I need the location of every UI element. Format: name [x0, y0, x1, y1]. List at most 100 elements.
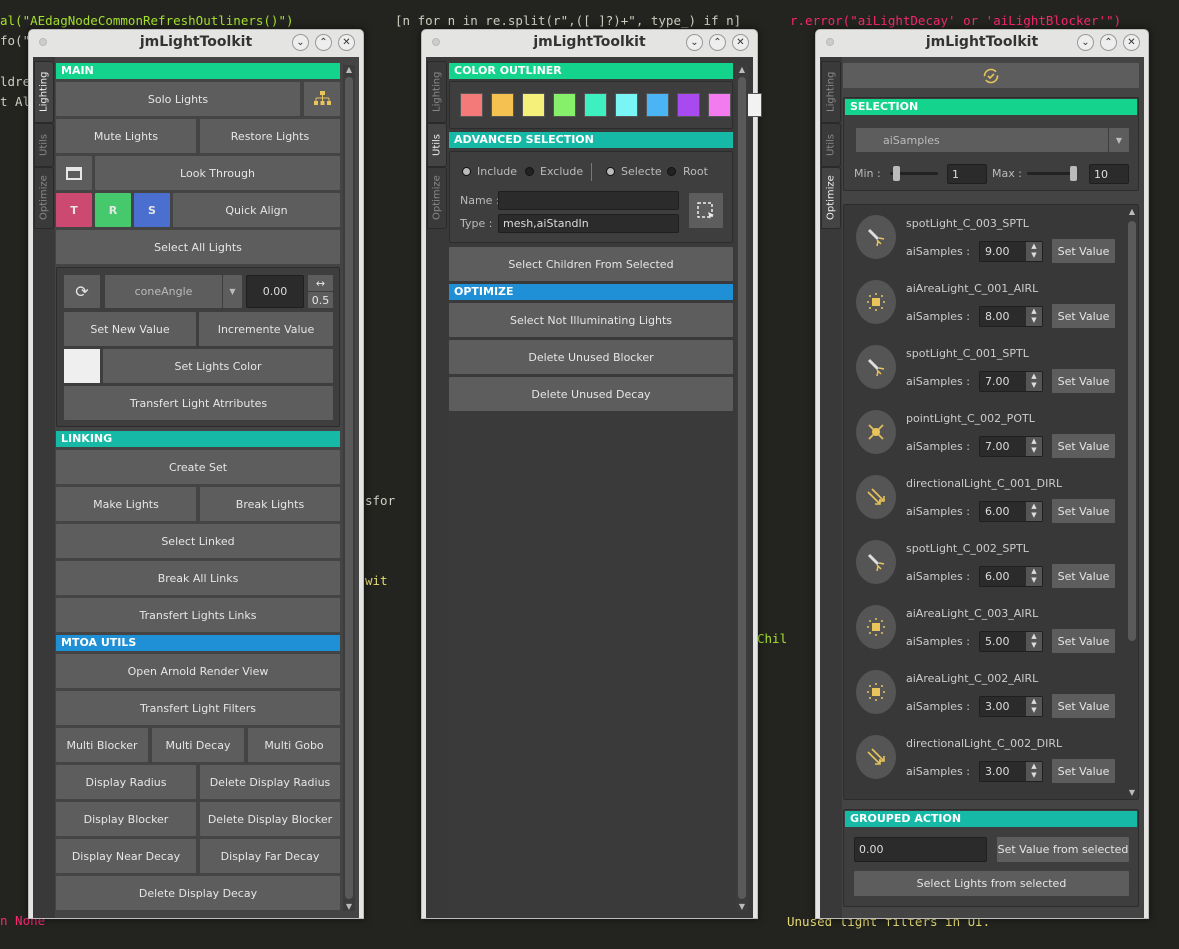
outliner-color-swatch[interactable] — [522, 93, 545, 117]
delete-unused-blocker-button[interactable]: Delete Unused Blocker — [449, 340, 733, 374]
spin-arrows-icon[interactable]: ▲ ▼ — [1026, 502, 1042, 521]
outliner-color-swatch[interactable] — [677, 93, 700, 117]
scrollbar-thumb[interactable] — [738, 77, 746, 899]
restore-lights-button[interactable]: Restore Lights — [200, 119, 340, 153]
scroll-down-icon[interactable]: ▼ — [343, 902, 355, 911]
minimize-button[interactable]: ⌄ — [1077, 34, 1094, 51]
exclude-radio[interactable] — [525, 167, 534, 176]
maximize-button[interactable]: ⌃ — [315, 34, 332, 51]
set-value-button[interactable]: Set Value — [1052, 434, 1115, 458]
display-near-decay-button[interactable]: Display Near Decay — [56, 839, 196, 873]
light-value[interactable]: 8.00 — [985, 310, 1010, 323]
set-value-button[interactable]: Set Value — [1052, 369, 1115, 393]
select-lights-from-selected-button[interactable]: Select Lights from selected — [854, 871, 1129, 896]
tab-utils[interactable]: Utils — [427, 123, 447, 167]
spot-light-icon[interactable] — [856, 540, 896, 584]
light-value-spinbox[interactable]: 3.00 ▲ ▼ — [979, 696, 1043, 717]
light-value[interactable]: 3.00 — [985, 765, 1010, 778]
light-value-spinbox[interactable]: 9.00 ▲ ▼ — [979, 241, 1043, 262]
dropdown-arrow-icon[interactable]: ▼ — [1109, 128, 1129, 152]
lights-color-swatch[interactable] — [64, 349, 100, 383]
root-radio[interactable] — [667, 167, 676, 176]
attribute-dropdown[interactable]: coneAngle — [105, 275, 222, 308]
scroll-up-icon[interactable]: ▲ — [736, 65, 748, 74]
outliner-color-swatch[interactable] — [491, 93, 514, 117]
quick-align-button[interactable]: Quick Align — [173, 193, 340, 227]
light-value[interactable]: 5.00 — [985, 635, 1010, 648]
outliner-color-swatch[interactable] — [553, 93, 576, 117]
scrollbar[interactable]: ▲ ▼ — [343, 65, 355, 911]
set-value-button[interactable]: Set Value — [1052, 239, 1115, 263]
spin-arrows-icon[interactable]: ▲ ▼ — [1026, 567, 1042, 586]
light-value-spinbox[interactable]: 6.00 ▲ ▼ — [979, 566, 1043, 587]
type-input[interactable]: mesh,aiStandIn — [498, 214, 679, 233]
outliner-color-swatch[interactable] — [615, 93, 638, 117]
light-value-spinbox[interactable]: 8.00 ▲ ▼ — [979, 306, 1043, 327]
display-far-decay-button[interactable]: Display Far Decay — [200, 839, 340, 873]
spin-arrows-icon[interactable]: ▲ ▼ — [1026, 632, 1042, 651]
multi-decay-button[interactable]: Multi Decay — [152, 728, 244, 762]
set-value-button[interactable]: Set Value — [1052, 629, 1115, 653]
outliner-color-swatch[interactable] — [460, 93, 483, 117]
translate-button[interactable]: T — [56, 193, 92, 227]
scrollbar-thumb[interactable] — [345, 77, 353, 899]
title-bar[interactable]: jmLightToolkit ⌄ ⌃ ✕ — [422, 30, 757, 56]
display-blocker-button[interactable]: Display Blocker — [56, 802, 196, 836]
display-radius-button[interactable]: Display Radius — [56, 765, 196, 799]
hierarchy-button[interactable] — [304, 82, 340, 116]
name-input[interactable] — [498, 191, 679, 210]
set-value-from-selected-button[interactable]: Set Value from selected — [997, 837, 1129, 862]
light-value-spinbox[interactable]: 7.00 ▲ ▼ — [979, 371, 1043, 392]
selected-radio[interactable] — [606, 167, 615, 176]
refresh-button[interactable]: ⟳ — [64, 275, 100, 308]
min-slider-handle[interactable] — [893, 166, 900, 181]
select-not-illuminating-button[interactable]: Select Not Illuminating Lights — [449, 303, 733, 337]
mute-lights-button[interactable]: Mute Lights — [56, 119, 196, 153]
delete-display-decay-button[interactable]: Delete Display Decay — [56, 876, 340, 910]
spin-arrows-icon[interactable]: ▲ ▼ — [1026, 437, 1042, 456]
spin-arrows-icon[interactable]: ▲ ▼ — [1026, 307, 1042, 326]
select-children-button[interactable]: Select Children From Selected — [449, 247, 733, 281]
title-bar[interactable]: jmLightToolkit ⌄ ⌃ ✕ — [816, 30, 1148, 56]
close-button[interactable]: ✕ — [338, 34, 355, 51]
scrollbar-thumb[interactable] — [1128, 221, 1136, 641]
delete-unused-decay-button[interactable]: Delete Unused Decay — [449, 377, 733, 411]
rotate-button[interactable]: R — [95, 193, 131, 227]
transfert-light-filters-button[interactable]: Transfert Light Filters — [56, 691, 340, 725]
refresh-lights-button[interactable] — [843, 63, 1139, 88]
area-light-icon[interactable] — [856, 280, 896, 324]
set-value-button[interactable]: Set Value — [1052, 304, 1115, 328]
tab-utils[interactable]: Utils — [34, 123, 54, 167]
light-value[interactable]: 9.00 — [985, 245, 1010, 258]
spin-arrows-icon[interactable]: ▲ ▼ — [1026, 242, 1042, 261]
pick-selection-button[interactable] — [689, 193, 723, 228]
spin-arrows-icon[interactable]: ▲ ▼ — [1026, 697, 1042, 716]
set-lights-color-button[interactable]: Set Lights Color — [103, 349, 333, 383]
tab-lighting[interactable]: Lighting — [34, 61, 54, 123]
tab-optimize[interactable]: Optimize — [427, 167, 447, 229]
scroll-up-icon[interactable]: ▲ — [1126, 207, 1138, 216]
delete-display-blocker-button[interactable]: Delete Display Blocker — [200, 802, 340, 836]
directional-light-icon[interactable] — [856, 735, 896, 779]
light-value-spinbox[interactable]: 6.00 ▲ ▼ — [979, 501, 1043, 522]
transfert-lights-links-button[interactable]: Transfert Lights Links — [56, 598, 340, 632]
scroll-down-icon[interactable]: ▼ — [736, 902, 748, 911]
transfert-light-attributes-button[interactable]: Transfert Light Atrributes — [64, 386, 333, 420]
scrollbar[interactable]: ▲ ▼ — [1126, 207, 1138, 797]
max-input[interactable]: 10 — [1089, 164, 1129, 184]
scroll-down-icon[interactable]: ▼ — [1126, 788, 1138, 797]
light-value[interactable]: 3.00 — [985, 700, 1010, 713]
area-light-icon[interactable] — [856, 605, 896, 649]
set-value-button[interactable]: Set Value — [1052, 694, 1115, 718]
open-arnold-render-view-button[interactable]: Open Arnold Render View — [56, 654, 340, 688]
spot-light-icon[interactable] — [856, 345, 896, 389]
tab-lighting[interactable]: Lighting — [821, 61, 841, 123]
increment-arrows-icon[interactable]: ↔ — [308, 275, 333, 291]
attribute-dropdown[interactable]: aiSamples — [856, 128, 1108, 152]
increment-step-field[interactable]: 0.5 — [308, 292, 333, 308]
max-slider-handle[interactable] — [1070, 166, 1077, 181]
minimize-button[interactable]: ⌄ — [686, 34, 703, 51]
close-button[interactable]: ✕ — [1123, 34, 1140, 51]
set-value-button[interactable]: Set Value — [1052, 499, 1115, 523]
set-value-button[interactable]: Set Value — [1052, 564, 1115, 588]
